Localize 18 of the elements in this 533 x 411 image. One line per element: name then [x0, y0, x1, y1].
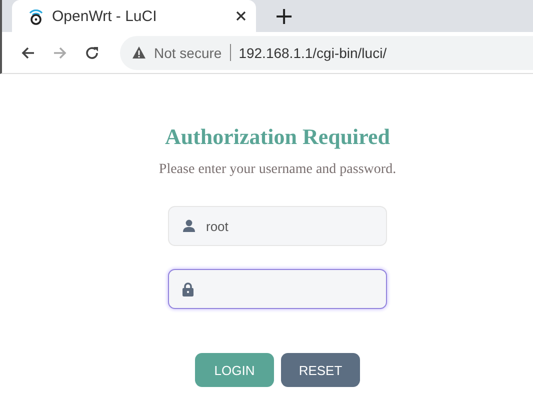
browser-tab[interactable]: OpenWrt - LuCI	[12, 0, 256, 32]
url-text: 192.168.1.1/cgi-bin/luci/	[238, 44, 387, 60]
lock-icon	[182, 282, 194, 296]
new-tab-button[interactable]: +	[274, 3, 294, 29]
back-icon[interactable]	[20, 44, 36, 60]
reload-icon[interactable]	[84, 44, 100, 60]
user-icon	[182, 219, 196, 233]
reset-button[interactable]: RESET	[281, 353, 360, 387]
password-field[interactable]	[168, 269, 387, 309]
tab-title: OpenWrt - LuCI	[52, 8, 158, 24]
close-icon[interactable]	[236, 11, 246, 21]
security-label: Not secure	[154, 44, 222, 60]
wifi-logo-icon	[28, 7, 44, 25]
page-heading: Authorization Required	[164, 124, 390, 150]
username-field[interactable]: root	[168, 206, 387, 246]
instruction-text: Please enter your username and password.	[158, 162, 396, 178]
warning-icon	[132, 46, 146, 59]
address-bar[interactable]: Not secure 192.168.1.1/cgi-bin/luci/	[120, 36, 533, 70]
